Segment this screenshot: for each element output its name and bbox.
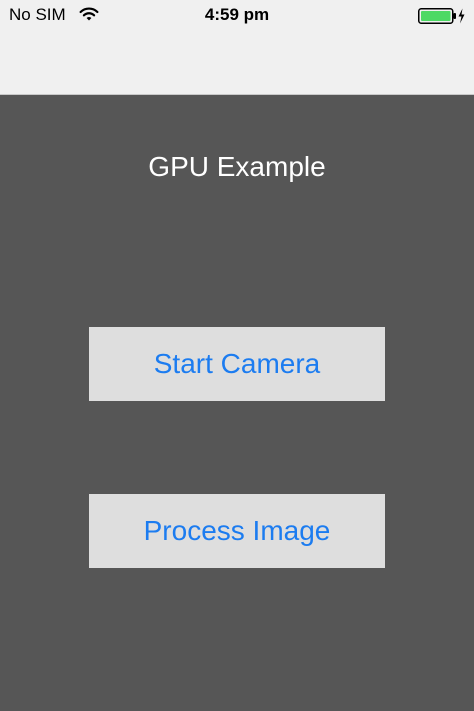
app-screen: No SIM 4:59 pm GPU Example Start Camera …	[0, 0, 474, 711]
process-image-button[interactable]: Process Image	[89, 494, 385, 568]
battery-charging-icon	[418, 8, 465, 24]
navigation-bar: No SIM 4:59 pm	[0, 0, 474, 95]
start-camera-button[interactable]: Start Camera	[89, 327, 385, 401]
status-bar: No SIM 4:59 pm	[0, 0, 474, 32]
page-title: GPU Example	[148, 151, 326, 182]
status-time: 4:59 pm	[204, 5, 270, 24]
